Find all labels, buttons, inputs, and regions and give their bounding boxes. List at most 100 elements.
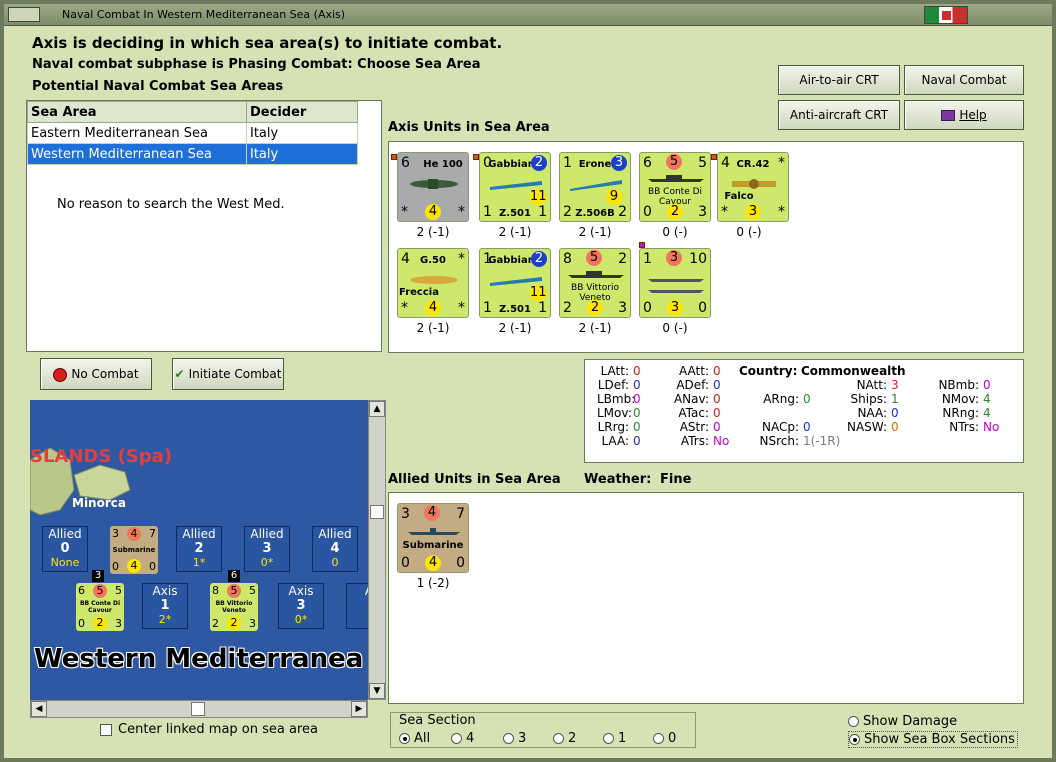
initiate-combat-button[interactable]: ✔ Initiate Combat <box>172 358 284 390</box>
section-3-radio[interactable]: 3 <box>503 731 526 746</box>
anti-aircraft-crt-button[interactable]: Anti-aircraft CRT <box>778 100 900 130</box>
unit-convoy[interactable]: 1 3 10 0 3 0 <box>639 248 711 318</box>
show-damage-radio[interactable]: Show Damage <box>848 714 957 729</box>
unit-g50[interactable]: 4 G.50 * Freccia * 4 * <box>397 248 469 318</box>
left-value: * <box>721 204 728 220</box>
map-unit-conte-di-cavour[interactable]: 6 5 5 BB Conte Di Cavour 0 2 3 <box>76 583 124 631</box>
stat-value: 0 <box>633 364 641 378</box>
unit-erone[interactable]: 1 Erone 3 9 2 Z.506B 2 <box>559 152 631 222</box>
sea-area-cell[interactable]: Western Mediterranean Sea <box>27 143 247 165</box>
defense-value: 3 <box>667 300 683 316</box>
map-vertical-scrollbar[interactable]: ▲ ▼ <box>368 400 386 700</box>
range-value: 3 <box>115 617 122 630</box>
scroll-down-icon[interactable]: ▼ <box>369 683 385 699</box>
unit-gabbiano[interactable]: 1 Gabbiano 2 11 1 Z.501 1 <box>479 248 551 318</box>
box-count: 2* <box>158 613 172 626</box>
col-decider[interactable]: Decider <box>246 101 358 123</box>
air-value: 3 <box>611 155 627 171</box>
stat-label: NTrs: <box>949 420 979 434</box>
help-button[interactable]: Help <box>904 100 1024 130</box>
sea-section-group: Sea Section All 4 3 2 1 0 <box>390 712 696 748</box>
checkbox-box[interactable] <box>100 723 112 736</box>
scroll-right-icon[interactable]: ▶ <box>351 701 367 717</box>
sea-box-axis-1[interactable]: Axis 1 2* <box>142 583 188 629</box>
radio-dot[interactable] <box>849 734 860 745</box>
stat-value: 0 <box>633 378 641 392</box>
decider-cell[interactable]: Italy <box>246 122 358 144</box>
fighter-plane-icon <box>410 179 458 189</box>
section-4-radio[interactable]: 4 <box>451 731 474 746</box>
scroll-thumb[interactable] <box>370 505 384 519</box>
radio-dot[interactable] <box>553 733 564 744</box>
map-horizontal-scrollbar[interactable]: ◀ ▶ <box>30 700 368 718</box>
unit-cr42[interactable]: 4 CR.42 * Falco * 3 * <box>717 152 789 222</box>
stat-value: No <box>983 420 1000 434</box>
section-0-radio[interactable]: 0 <box>653 731 676 746</box>
range-value: 3 <box>698 204 707 220</box>
sea-row-eastern[interactable]: Eastern Mediterranean Sea Italy <box>27 122 358 144</box>
radio-dot[interactable] <box>653 733 664 744</box>
convoy-ships-icon <box>648 279 704 293</box>
stats-col3-values: 0 0 1(-1R) <box>803 392 840 448</box>
stat-label: LAA: <box>601 434 629 448</box>
sea-box-allied-0[interactable]: Allied 0 None <box>42 526 88 572</box>
radio-dot[interactable] <box>503 733 514 744</box>
help-label: Help <box>959 108 987 122</box>
range-value: 11 <box>530 285 547 301</box>
linked-map[interactable]: SLANDS (Spa) Minorca Allied 0 None 3 4 7… <box>30 400 368 700</box>
left-value: 0 <box>112 560 119 573</box>
col-sea-area[interactable]: Sea Area <box>27 101 247 123</box>
balearic-islands-label: SLANDS (Spa) <box>30 446 173 467</box>
stat-label: NRng: <box>942 406 979 420</box>
box-count: 1* <box>192 556 206 569</box>
unit-vittorio-veneto[interactable]: 8 5 2 BB Vittorio Veneto 2 2 3 <box>559 248 631 318</box>
unit-status: 2 (-1) <box>498 225 532 239</box>
scroll-up-icon[interactable]: ▲ <box>369 401 385 417</box>
section-1-radio[interactable]: 1 <box>603 731 626 746</box>
center-map-checkbox[interactable]: Center linked map on sea area <box>100 722 318 737</box>
radio-label: 4 <box>466 731 475 746</box>
radio-dot[interactable] <box>848 716 859 727</box>
sea-box-allied-2[interactable]: Allied 2 1* <box>176 526 222 572</box>
air-to-air-crt-button[interactable]: Air-to-air CRT <box>778 65 900 95</box>
section-2-radio[interactable]: 2 <box>553 731 576 746</box>
system-menu-button[interactable] <box>8 7 40 22</box>
sea-box-axis-3[interactable]: Axis 3 0* <box>278 583 324 629</box>
initiate-combat-label: Initiate Combat <box>188 367 282 381</box>
left-value: 0 <box>401 555 410 571</box>
no-combat-button[interactable]: No Combat <box>40 358 152 390</box>
radio-label: All <box>414 731 431 746</box>
unit-name: Submarine <box>112 546 156 554</box>
scroll-left-icon[interactable]: ◀ <box>31 701 47 717</box>
sea-row-western[interactable]: Western Mediterranean Sea Italy <box>27 143 358 165</box>
radio-dot[interactable] <box>603 733 614 744</box>
naval-combat-chart-button[interactable]: Naval Combat Chart <box>904 65 1024 115</box>
attack-value: 3 <box>401 506 410 522</box>
search-message: No reason to search the West Med. <box>57 197 285 212</box>
scroll-thumb[interactable] <box>191 702 205 716</box>
unit-he100[interactable]: 6 He 100 * 4 * <box>397 152 469 222</box>
title-bar[interactable]: Naval Combat In Western Mediterranean Se… <box>4 4 1052 26</box>
sea-box-allied-3[interactable]: Allied 3 0* <box>244 526 290 572</box>
no-combat-label: No Combat <box>71 367 139 381</box>
unit-conte-di-cavour[interactable]: 6 5 5 BB Conte Di Cavour 0 2 3 <box>639 152 711 222</box>
phase-heading: Axis is deciding in which sea area(s) to… <box>32 34 503 52</box>
sea-box-allied-4[interactable]: Allied 4 0 <box>312 526 358 572</box>
unit-submarine[interactable]: 3 4 7 Submarine 0 4 0 <box>397 503 469 573</box>
show-sections-radio[interactable]: Show Sea Box Sections <box>848 731 1018 748</box>
right-value: 5 <box>115 584 122 597</box>
attack-value: 3 <box>112 527 119 540</box>
unit-gabbiano[interactable]: 0 Gabbiano 2 11 1 Z.501 1 <box>479 152 551 222</box>
section-all-radio[interactable]: All <box>399 731 430 746</box>
sea-area-cell[interactable]: Eastern Mediterranean Sea <box>27 122 247 144</box>
box-number: 4 <box>330 541 340 556</box>
map-unit-submarine[interactable]: 3 4 7 Submarine 0 4 0 <box>110 526 158 574</box>
stat-label: LBmb: <box>597 392 636 406</box>
attack-value: 6 <box>643 155 652 171</box>
radio-dot[interactable] <box>399 733 410 744</box>
decider-cell[interactable]: Italy <box>246 143 358 165</box>
map-unit-vittorio-veneto[interactable]: 8 5 5 BB Vittorio Veneto 2 2 3 <box>210 583 258 631</box>
right-value: 7 <box>149 527 156 540</box>
radio-dot[interactable] <box>451 733 462 744</box>
sea-box-axis-partial[interactable]: A <box>346 583 368 629</box>
